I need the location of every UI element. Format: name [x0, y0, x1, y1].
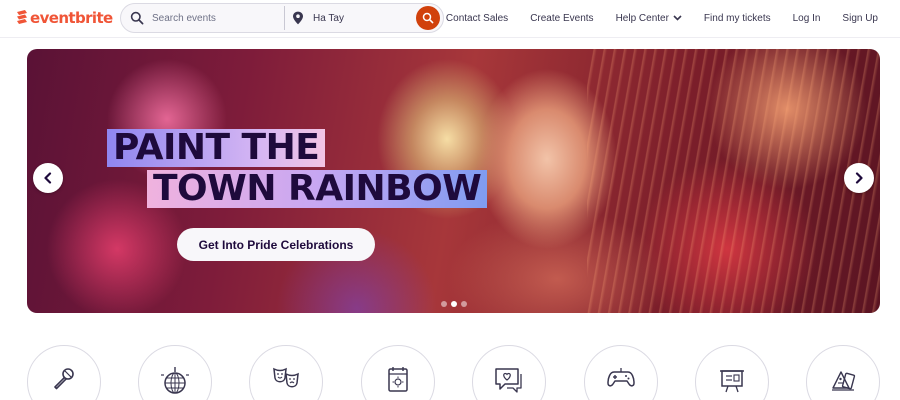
- search-bar: [120, 3, 444, 33]
- disco-ball-icon: [161, 367, 189, 394]
- location-input[interactable]: [313, 8, 413, 28]
- chat-heart-icon: [495, 368, 522, 393]
- carousel-dot[interactable]: [441, 301, 447, 307]
- chevron-left-icon: [44, 172, 52, 184]
- eventbrite-mark-icon: [17, 10, 27, 24]
- nav-contact-sales[interactable]: Contact Sales: [435, 13, 519, 24]
- top-header: eventbrite Contact Sales Create Events H…: [0, 0, 900, 38]
- carousel-dot[interactable]: [451, 301, 457, 307]
- carousel-prev-button[interactable]: [33, 163, 63, 193]
- presentation-board-icon: [720, 370, 744, 393]
- nav-create-events[interactable]: Create Events: [519, 13, 604, 24]
- search-icon: [422, 12, 434, 24]
- carousel-dot[interactable]: [461, 301, 467, 307]
- category-holidays[interactable]: [361, 345, 435, 400]
- category-list: [27, 345, 880, 400]
- calendar-sun-icon: [388, 367, 408, 392]
- hero-cta-button[interactable]: Get Into Pride Celebrations: [177, 228, 375, 261]
- search-input[interactable]: [152, 8, 300, 28]
- nav-find-my-tickets[interactable]: Find my tickets: [693, 13, 782, 24]
- category-nightlife[interactable]: [138, 345, 212, 400]
- nav-help-center-label: Help Center: [615, 12, 669, 24]
- location-pin-icon: [293, 11, 303, 25]
- carousel-dots: [441, 301, 467, 307]
- microphone-icon: [54, 368, 74, 390]
- search-icon: [130, 11, 144, 25]
- hero-banner[interactable]: PAINT THE TOWN RAINBOW Get Into Pride Ce…: [27, 49, 880, 313]
- eventbrite-logo[interactable]: eventbrite: [16, 9, 113, 27]
- category-food-and-drink[interactable]: [806, 345, 880, 400]
- main-nav: Contact Sales Create Events Help Center …: [435, 0, 900, 36]
- category-hobbies[interactable]: [584, 345, 658, 400]
- search-divider: [284, 6, 285, 30]
- art-supplies-icon: [832, 371, 856, 391]
- theater-masks-icon: [273, 367, 299, 388]
- hero-tinsel-decoration: [587, 49, 880, 313]
- carousel-next-button[interactable]: [844, 163, 874, 193]
- gamepad-icon: [607, 368, 635, 387]
- nav-log-in[interactable]: Log In: [782, 13, 832, 24]
- nav-sign-up[interactable]: Sign Up: [831, 13, 900, 24]
- chevron-right-icon: [855, 172, 863, 184]
- category-dating[interactable]: [472, 345, 546, 400]
- category-business[interactable]: [695, 345, 769, 400]
- category-music[interactable]: [27, 345, 101, 400]
- nav-help-center[interactable]: Help Center: [605, 13, 693, 24]
- chevron-down-icon: [673, 15, 682, 21]
- hero-headline-line-1: PAINT THE: [107, 129, 326, 167]
- category-performing-arts[interactable]: [249, 345, 323, 400]
- logo-text: eventbrite: [30, 9, 113, 27]
- hero-headline-line-2: TOWN RAINBOW: [147, 170, 488, 208]
